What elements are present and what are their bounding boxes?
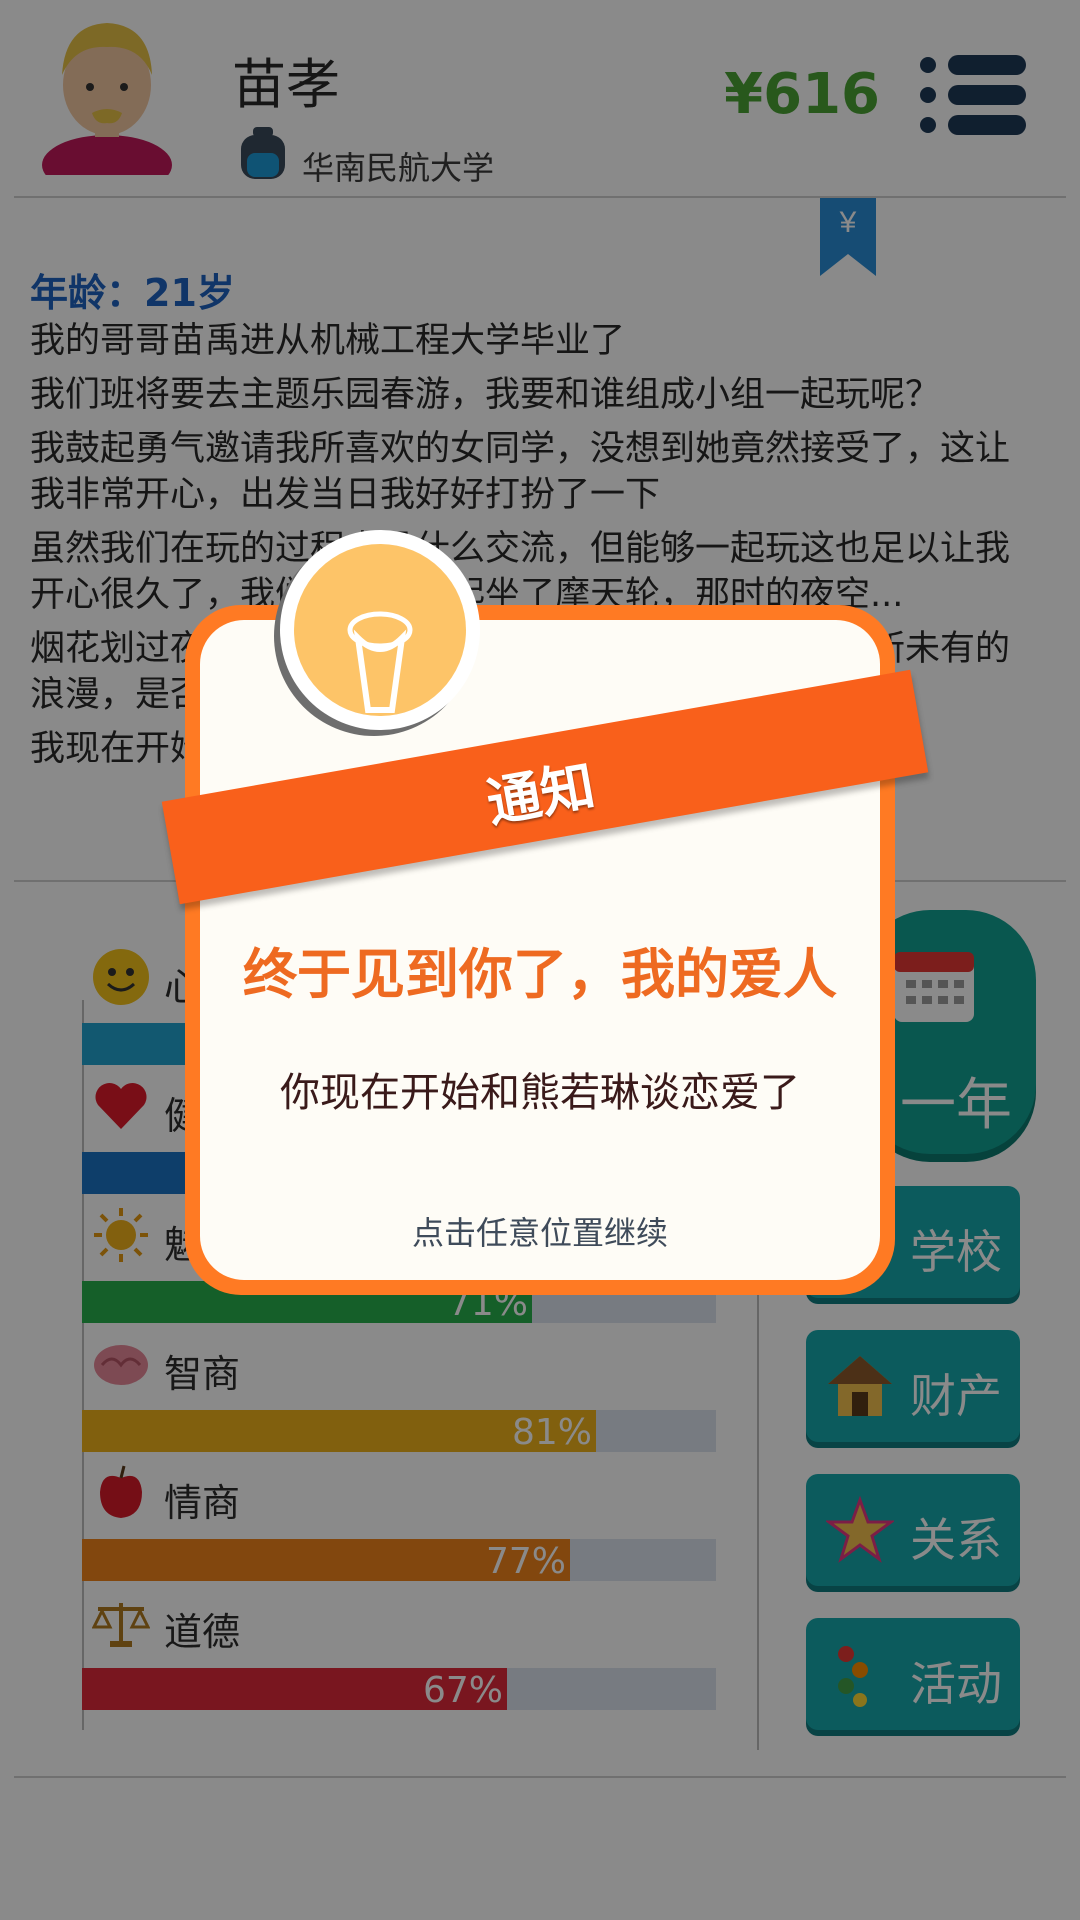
page: 苗孝 华南民航大学 ¥616 ¥ 年龄：21岁 我的哥哥苗禹进从机械工程大学毕业… (0, 0, 1080, 1920)
dialog-message: 你现在开始和熊若琳谈恋爱了 (280, 1070, 800, 1116)
dialog-title: 终于见到你了，我的爱人 (243, 943, 837, 1006)
lightbulb-icon (274, 530, 480, 736)
continue-hint[interactable]: 点击任意位置继续 (200, 1208, 880, 1254)
